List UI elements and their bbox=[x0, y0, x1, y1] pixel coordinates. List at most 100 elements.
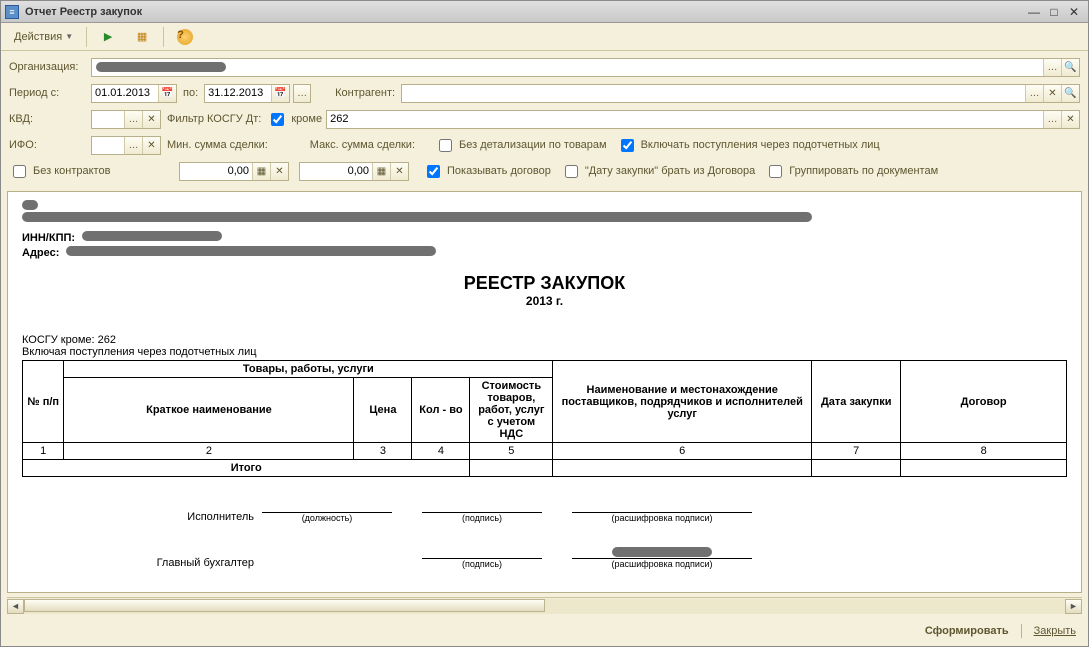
krome-checkbox[interactable]: кроме bbox=[267, 110, 322, 129]
total-label: Итого bbox=[23, 460, 470, 477]
sum2-calc-button[interactable]: ▦ bbox=[372, 163, 390, 180]
counterparty-label: Контрагент: bbox=[329, 87, 401, 99]
report-title: РЕЕСТР ЗАКУПОК bbox=[22, 273, 1067, 294]
th-qty: Кол - во bbox=[412, 378, 470, 443]
help-icon: ? bbox=[177, 29, 193, 45]
min-sum-label: Мин. сумма сделки: bbox=[161, 139, 274, 151]
sum2-field[interactable]: ▦ ✕ bbox=[299, 162, 409, 181]
signature-caption2: (подпись) bbox=[422, 559, 542, 569]
sum1-input[interactable] bbox=[180, 163, 252, 180]
th-supplier: Наименование и местонахождение поставщик… bbox=[553, 361, 812, 443]
show-contract-label: Показывать договор bbox=[447, 165, 551, 177]
include-advance-checkbox[interactable]: Включать поступления через подотчетных л… bbox=[617, 136, 880, 155]
ifo-clear-button[interactable]: ✕ bbox=[142, 137, 160, 154]
th-cost: Стоимость товаров, работ, услуг с учетом… bbox=[470, 378, 553, 443]
sum1-field[interactable]: ▦ ✕ bbox=[179, 162, 289, 181]
group-by-docs-label: Группировать по документам bbox=[789, 165, 938, 177]
kosgu-filter-label: Фильтр КОСГУ Дт: bbox=[161, 113, 267, 125]
date-from-contract-label: "Дату закупки" брать из Договора bbox=[585, 165, 755, 177]
actions-menu[interactable]: Действия ▼ bbox=[7, 26, 80, 48]
attachment-post: листах bbox=[605, 591, 640, 593]
period-picker-button[interactable]: … bbox=[293, 84, 311, 103]
decoded-caption2: (расшифровка подписи) bbox=[572, 559, 752, 569]
date-from-field[interactable]: 📅 bbox=[91, 84, 177, 103]
kosgu-line: КОСГУ кроме: 262 bbox=[22, 334, 1067, 346]
org-field[interactable]: … 🔍 bbox=[91, 58, 1080, 77]
kvd-input[interactable] bbox=[92, 111, 124, 128]
date-from-input[interactable] bbox=[92, 85, 158, 102]
minimize-button[interactable]: — bbox=[1024, 4, 1044, 20]
executor-label: Исполнитель bbox=[22, 511, 262, 523]
kvd-label: КВД: bbox=[9, 113, 91, 125]
scroll-thumb[interactable] bbox=[24, 599, 545, 612]
sum1-clear-button[interactable]: ✕ bbox=[270, 163, 288, 180]
th-contract: Договор bbox=[901, 361, 1067, 443]
position-caption: (должность) bbox=[262, 513, 392, 523]
kvd-field[interactable]: … ✕ bbox=[91, 110, 161, 129]
kosgu-input[interactable] bbox=[327, 111, 1043, 128]
report-preview[interactable]: ИНН/КПП: Адрес: РЕЕСТР ЗАКУПОК 2013 г. К… bbox=[7, 191, 1082, 593]
chief-acc-label: Главный бухгалтер bbox=[22, 557, 262, 569]
no-detail-label: Без детализации по товарам bbox=[459, 139, 607, 151]
sum2-input[interactable] bbox=[300, 163, 372, 180]
period-to-label: по: bbox=[177, 87, 204, 99]
org-input[interactable] bbox=[92, 59, 1043, 76]
scroll-right-button[interactable]: ► bbox=[1065, 599, 1082, 614]
close-button[interactable]: ✕ bbox=[1064, 4, 1084, 20]
include-advance-label: Включать поступления через подотчетных л… bbox=[641, 139, 880, 151]
signature-caption: (подпись) bbox=[422, 513, 542, 523]
date-to-field[interactable]: 📅 bbox=[204, 84, 290, 103]
calendar-icon: 📅 bbox=[161, 88, 173, 99]
ifo-label: ИФО: bbox=[9, 139, 91, 151]
ifo-field[interactable]: … ✕ bbox=[91, 136, 161, 155]
register-table: № п/п Товары, работы, услуги Наименовани… bbox=[22, 360, 1067, 477]
no-contracts-checkbox[interactable]: Без контрактов bbox=[9, 162, 169, 181]
no-contracts-label: Без контрактов bbox=[33, 165, 110, 177]
help-button[interactable]: ? bbox=[170, 26, 200, 48]
maximize-button[interactable]: □ bbox=[1044, 4, 1064, 20]
counterparty-search-button[interactable]: 🔍 bbox=[1061, 85, 1079, 102]
counterparty-field[interactable]: … ✕ 🔍 bbox=[401, 84, 1080, 103]
kvd-clear-button[interactable]: ✕ bbox=[142, 111, 160, 128]
date-to-calendar-button[interactable]: 📅 bbox=[271, 85, 289, 102]
play-icon: ▶ bbox=[100, 29, 116, 45]
decoded-caption: (расшифровка подписи) bbox=[572, 513, 752, 523]
attachment-pre: Приложение на bbox=[449, 591, 529, 593]
show-contract-checkbox[interactable]: Показывать договор bbox=[423, 162, 551, 181]
kosgu-clear-button[interactable]: ✕ bbox=[1061, 111, 1079, 128]
settings-icon: ▦ bbox=[134, 29, 150, 45]
ifo-lookup-button[interactable]: … bbox=[124, 137, 142, 154]
counterparty-input[interactable] bbox=[402, 85, 1025, 102]
calculator-icon: ▦ bbox=[257, 166, 266, 177]
include-line: Включая поступления через подотчетных ли… bbox=[22, 346, 1067, 358]
actions-label: Действия bbox=[14, 31, 62, 43]
kosgu-field[interactable]: … ✕ bbox=[326, 110, 1080, 129]
group-by-docs-checkbox[interactable]: Группировать по документам bbox=[765, 162, 938, 181]
calculator-icon: ▦ bbox=[377, 166, 386, 177]
date-from-calendar-button[interactable]: 📅 bbox=[158, 85, 176, 102]
kvd-lookup-button[interactable]: … bbox=[124, 111, 142, 128]
toolbar-settings-button[interactable]: ▦ bbox=[127, 26, 157, 48]
generate-button[interactable]: Сформировать bbox=[925, 625, 1009, 637]
calendar-icon: 📅 bbox=[274, 88, 286, 99]
org-label: Организация: bbox=[9, 61, 91, 73]
no-detail-checkbox[interactable]: Без детализации по товарам bbox=[435, 136, 607, 155]
counterparty-clear-button[interactable]: ✕ bbox=[1043, 85, 1061, 102]
counterparty-lookup-button[interactable]: … bbox=[1025, 85, 1043, 102]
ifo-input[interactable] bbox=[92, 137, 124, 154]
colnum: 6 bbox=[553, 443, 812, 460]
close-link[interactable]: Закрыть bbox=[1034, 625, 1076, 637]
date-from-contract-checkbox[interactable]: "Дату закупки" брать из Договора bbox=[561, 162, 755, 181]
sum1-calc-button[interactable]: ▦ bbox=[252, 163, 270, 180]
app-icon: ≡ bbox=[5, 5, 19, 19]
kosgu-lookup-button[interactable]: … bbox=[1043, 111, 1061, 128]
toolbar-run-button[interactable]: ▶ bbox=[93, 26, 123, 48]
date-to-input[interactable] bbox=[205, 85, 271, 102]
colnum: 7 bbox=[812, 443, 901, 460]
scroll-track[interactable] bbox=[24, 599, 1065, 614]
scroll-left-button[interactable]: ◄ bbox=[7, 599, 24, 614]
colnum: 5 bbox=[470, 443, 553, 460]
sum2-clear-button[interactable]: ✕ bbox=[390, 163, 408, 180]
org-search-button[interactable]: 🔍 bbox=[1061, 59, 1079, 76]
org-lookup-button[interactable]: … bbox=[1043, 59, 1061, 76]
